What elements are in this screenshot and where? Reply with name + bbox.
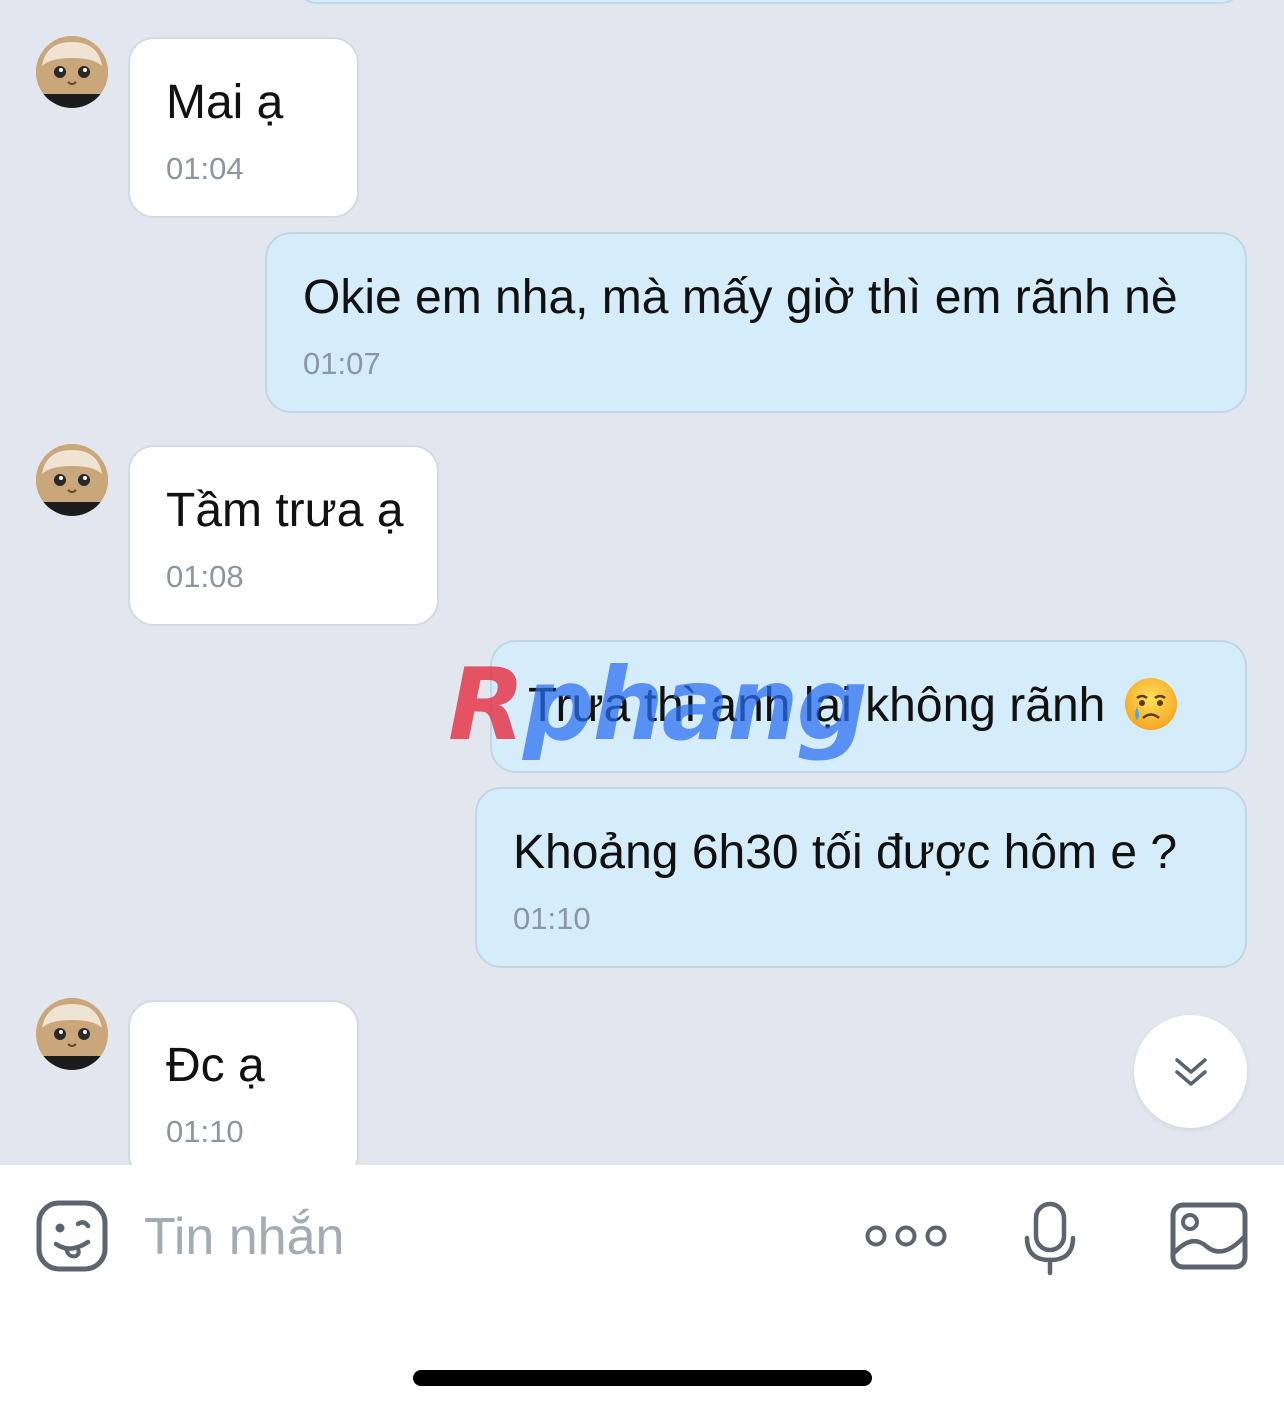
cat-avatar-icon bbox=[36, 998, 108, 1070]
message-time: 01:10 bbox=[166, 1114, 244, 1149]
message-time: 01:10 bbox=[513, 901, 591, 936]
message-bubble-incoming[interactable]: Tầm trưa ạ 01:08 bbox=[128, 445, 439, 626]
message-text: Mai ạ bbox=[166, 76, 284, 129]
more-options-button[interactable] bbox=[864, 1218, 948, 1259]
voice-message-button[interactable] bbox=[1022, 1200, 1078, 1281]
home-indicator bbox=[413, 1370, 872, 1386]
microphone-icon bbox=[1024, 1201, 1076, 1276]
avatar[interactable] bbox=[36, 998, 108, 1070]
message-bubble-outgoing[interactable]: Khoảng 6h30 tối được hôm e ? 01:10 bbox=[475, 787, 1247, 968]
message-bubble-outgoing[interactable]: Okie em nha, mà mấy giờ thì em rãnh nè 0… bbox=[265, 232, 1247, 413]
more-dots-icon bbox=[865, 1225, 947, 1247]
cat-avatar-icon bbox=[36, 36, 108, 108]
previous-message-bubble[interactable] bbox=[295, 0, 1243, 4]
double-chevron-down-icon bbox=[1174, 1057, 1207, 1086]
message-text: Đc ạ bbox=[166, 1039, 265, 1092]
chat-thread[interactable]: Mai ạ 01:04 Okie em nha, mà mấy giờ thì … bbox=[0, 0, 1284, 1165]
cat-avatar-icon bbox=[36, 444, 108, 516]
avatar[interactable] bbox=[36, 36, 108, 108]
message-text-content: Trưa thì anh lại không rãnh bbox=[528, 679, 1106, 732]
message-text: Khoảng 6h30 tối được hôm e ? bbox=[513, 826, 1178, 879]
message-input[interactable] bbox=[142, 1200, 806, 1274]
message-time: 01:08 bbox=[166, 559, 244, 594]
message-bubble-incoming[interactable]: Đc ạ 01:10 bbox=[128, 1000, 359, 1165]
image-icon bbox=[1170, 1202, 1248, 1270]
message-time: 01:04 bbox=[166, 151, 244, 186]
message-bubble-incoming[interactable]: Mai ạ 01:04 bbox=[128, 37, 359, 218]
message-bubble-outgoing[interactable]: Trưa thì anh lại không rãnh bbox=[490, 640, 1247, 773]
send-image-button[interactable] bbox=[1170, 1202, 1248, 1275]
sticker-button[interactable] bbox=[36, 1200, 108, 1277]
message-text: Okie em nha, mà mấy giờ thì em rãnh nè bbox=[303, 271, 1178, 324]
message-time: 01:07 bbox=[303, 346, 381, 381]
sticker-icon bbox=[36, 1200, 108, 1272]
message-text: Trưa thì anh lại không rãnh bbox=[528, 678, 1209, 736]
crying-face-emoji-icon bbox=[1125, 678, 1178, 731]
avatar[interactable] bbox=[36, 444, 108, 516]
scroll-to-bottom-button[interactable] bbox=[1134, 1015, 1247, 1128]
message-text: Tầm trưa ạ bbox=[166, 484, 404, 537]
